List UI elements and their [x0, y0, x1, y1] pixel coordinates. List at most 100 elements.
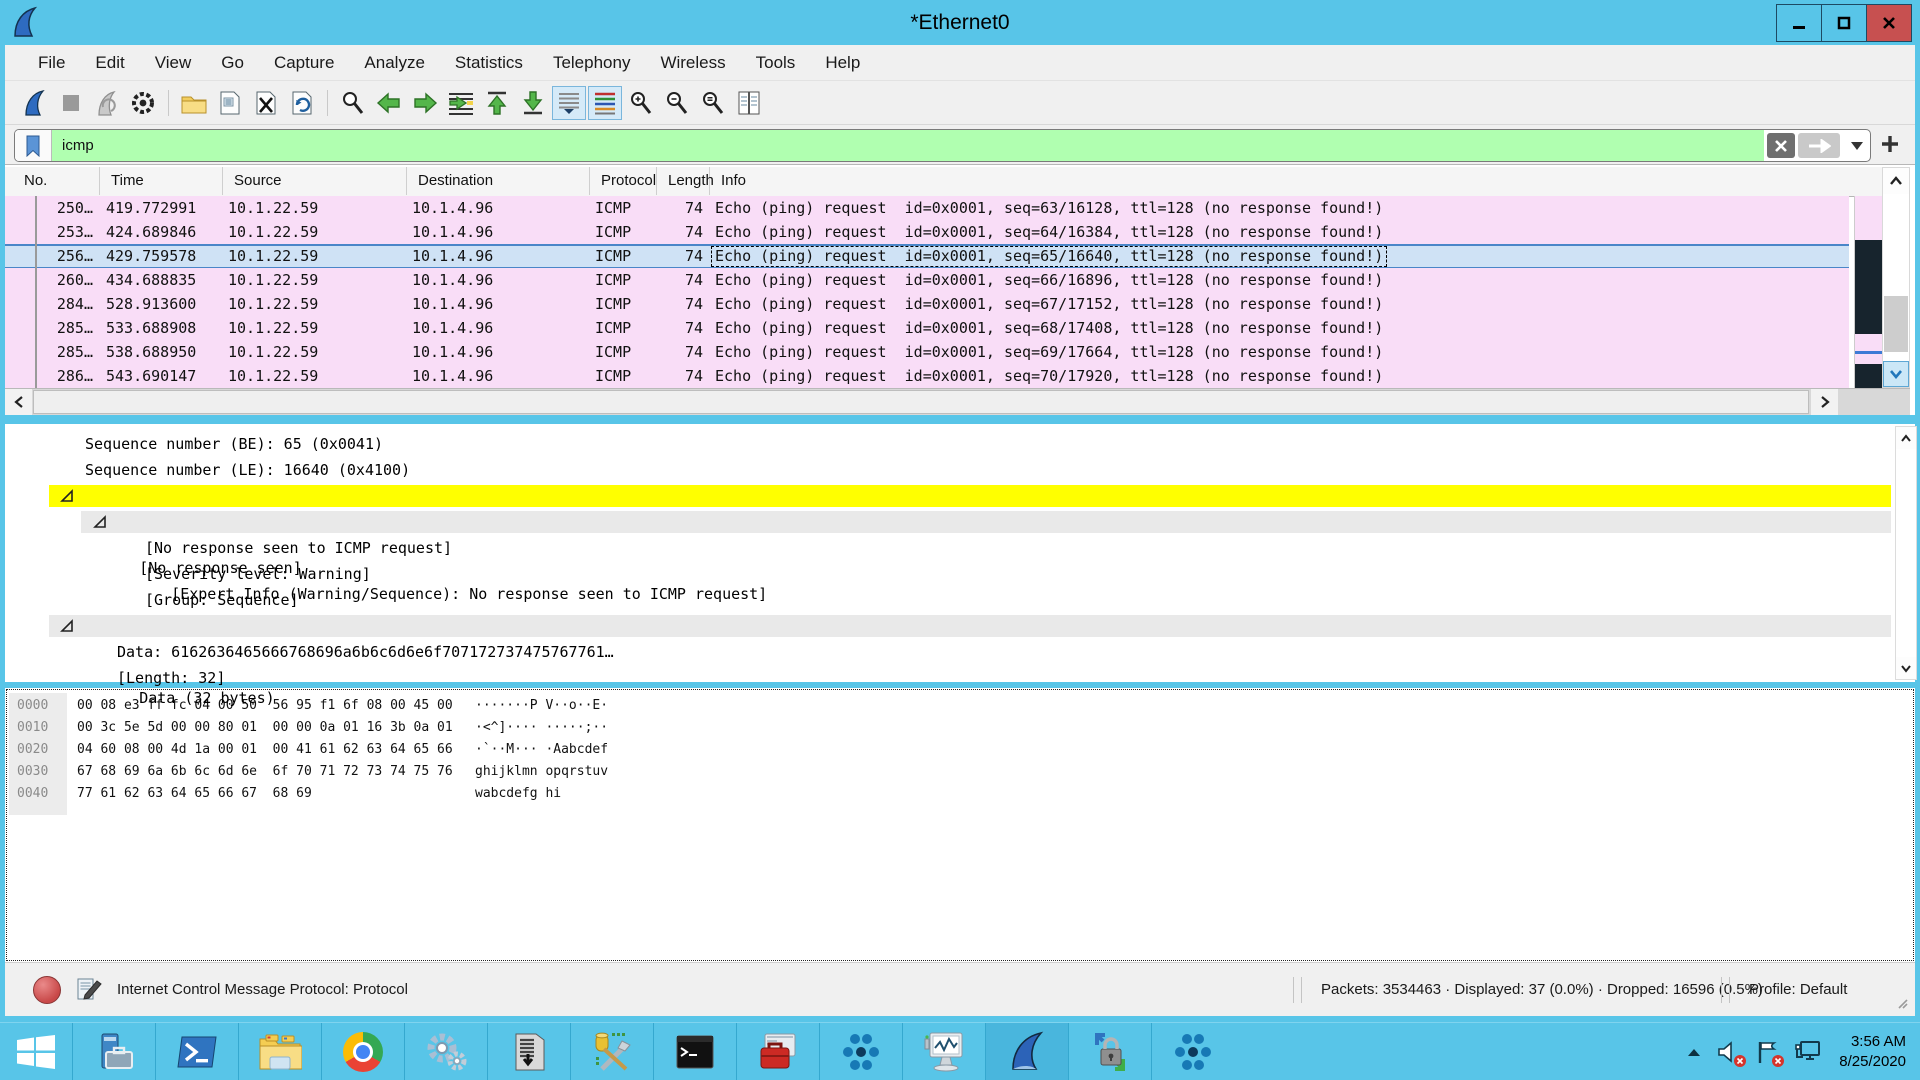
detail-line[interactable]: [Length: 32] — [5, 666, 1891, 690]
zoom-original-icon[interactable] — [696, 86, 730, 120]
scroll-right-icon[interactable] — [1811, 389, 1838, 415]
scroll-left-icon[interactable] — [5, 389, 32, 415]
network-icon[interactable] — [1794, 1040, 1822, 1064]
taskbar-app-dots-icon-2[interactable] — [1151, 1023, 1234, 1080]
hex-row[interactable]: 003067 68 69 6a 6b 6c 6d 6e 6f 70 71 72 … — [5, 761, 1915, 783]
find-packet-icon[interactable] — [336, 86, 370, 120]
table-row[interactable]: 253…424.68984610.1.22.5910.1.4.96ICMP74E… — [5, 220, 1849, 244]
scrollbar-thumb[interactable] — [33, 390, 1809, 414]
auto-scroll-icon[interactable] — [552, 86, 586, 120]
menu-go[interactable]: Go — [206, 53, 259, 73]
intelligent-scrollbar-minimap[interactable] — [1854, 196, 1882, 388]
column-no[interactable]: No. — [13, 167, 100, 195]
restart-capture-icon[interactable] — [90, 86, 124, 120]
column-info[interactable]: Info — [710, 167, 1854, 195]
zoom-out-icon[interactable] — [660, 86, 694, 120]
taskbar-toolbox-icon[interactable] — [736, 1023, 819, 1080]
table-row[interactable]: 260…434.68883510.1.22.5910.1.4.96ICMP74E… — [5, 268, 1849, 292]
menu-help[interactable]: Help — [810, 53, 875, 73]
reload-file-icon[interactable] — [285, 86, 319, 120]
taskbar-app-dots-icon[interactable] — [819, 1023, 902, 1080]
detail-line[interactable]: [Group: Sequence] — [5, 588, 1891, 612]
resize-columns-icon[interactable] — [732, 86, 766, 120]
scrollbar-thumb[interactable] — [1884, 296, 1908, 352]
hex-row[interactable]: 002004 60 08 00 4d 1a 00 01 00 41 61 62 … — [5, 739, 1915, 761]
taskbar-setup-document-icon[interactable] — [487, 1023, 570, 1080]
maximize-button[interactable] — [1821, 4, 1867, 42]
hex-row[interactable]: 000000 08 e3 ff fc 04 00 50 56 95 f1 6f … — [5, 695, 1915, 717]
menu-statistics[interactable]: Statistics — [440, 53, 538, 73]
filter-bookmark-icon[interactable] — [15, 130, 52, 161]
minimize-button[interactable] — [1776, 4, 1822, 42]
start-button[interactable] — [0, 1023, 72, 1080]
first-packet-icon[interactable] — [480, 86, 514, 120]
detail-line[interactable]: [No response seen to ICMP request] — [5, 536, 1891, 560]
detail-line-data[interactable]: Data (32 bytes) — [5, 614, 1891, 638]
taskbar-wireshark-icon[interactable] — [985, 1023, 1068, 1080]
menu-file[interactable]: File — [23, 53, 80, 73]
next-packet-icon[interactable] — [408, 86, 442, 120]
menu-analyze[interactable]: Analyze — [349, 53, 439, 73]
menu-capture[interactable]: Capture — [259, 53, 349, 73]
title-bar[interactable]: *Ethernet0 — [0, 0, 1920, 45]
taskbar-performance-monitor-icon[interactable] — [902, 1023, 985, 1080]
zoom-in-icon[interactable] — [624, 86, 658, 120]
start-capture-icon[interactable] — [18, 86, 52, 120]
taskbar-admin-tools-icon[interactable] — [570, 1023, 653, 1080]
table-row[interactable]: 250…419.77299110.1.22.5910.1.4.96ICMP74E… — [5, 196, 1849, 220]
go-to-packet-icon[interactable] — [444, 86, 478, 120]
detail-line[interactable]: Data: 6162636465666768696a6b6c6d6e6f7071… — [5, 640, 1891, 664]
scroll-up-icon[interactable] — [1883, 168, 1909, 194]
taskbar-chrome-icon[interactable] — [321, 1023, 404, 1080]
hex-row[interactable]: 004077 61 62 63 64 65 66 67 68 69wabcdef… — [5, 783, 1915, 805]
show-hidden-icons[interactable] — [1686, 1046, 1702, 1058]
packet-list-vertical-scrollbar[interactable] — [1882, 167, 1910, 388]
filter-dropdown-icon[interactable] — [1844, 130, 1870, 161]
filter-apply-icon[interactable] — [1798, 133, 1840, 158]
stop-capture-icon[interactable] — [54, 86, 88, 120]
scroll-down-icon[interactable] — [1883, 361, 1909, 387]
volume-muted-icon[interactable] — [1716, 1040, 1742, 1064]
detail-line[interactable]: [Severity level: Warning] — [5, 562, 1891, 586]
notifications-flag-icon[interactable] — [1756, 1040, 1780, 1064]
menu-tools[interactable]: Tools — [741, 53, 811, 73]
capture-comment-icon[interactable] — [75, 975, 103, 1003]
resize-grip[interactable] — [1895, 996, 1909, 1010]
close-file-icon[interactable] — [249, 86, 283, 120]
detail-line-no-response[interactable]: [No response seen] — [5, 484, 1891, 508]
open-file-icon[interactable] — [177, 86, 211, 120]
table-row-selected[interactable]: 256…429.75957810.1.22.5910.1.4.96ICMP74E… — [5, 244, 1849, 268]
table-row[interactable]: 284…528.91360010.1.22.5910.1.4.96ICMP74E… — [5, 292, 1849, 316]
hex-row[interactable]: 001000 3c 5e 5d 00 00 80 01 00 00 0a 01 … — [5, 717, 1915, 739]
filter-add-button[interactable] — [1879, 133, 1901, 155]
status-profile[interactable]: Profile: Default — [1749, 963, 1847, 1016]
taskbar-server-manager-icon[interactable] — [72, 1023, 155, 1080]
taskbar-clock[interactable]: 3:56 AM 8/25/2020 — [1839, 1032, 1906, 1072]
column-source[interactable]: Source — [223, 167, 407, 195]
expander-icon[interactable] — [60, 489, 74, 503]
last-packet-icon[interactable] — [516, 86, 550, 120]
column-protocol[interactable]: Protocol — [590, 167, 657, 195]
detail-line[interactable]: Sequence number (BE): 65 (0x0041) — [5, 432, 1891, 456]
expert-info-icon[interactable] — [33, 976, 61, 1004]
expander-icon[interactable] — [93, 515, 107, 529]
scroll-up-icon[interactable] — [1896, 427, 1916, 449]
menu-view[interactable]: View — [140, 53, 207, 73]
menu-edit[interactable]: Edit — [80, 53, 139, 73]
taskbar-file-explorer-icon[interactable] — [238, 1023, 321, 1080]
column-time[interactable]: Time — [100, 167, 223, 195]
colorize-packets-icon[interactable] — [588, 86, 622, 120]
column-length[interactable]: Length — [657, 167, 710, 195]
taskbar-settings-gears-icon[interactable] — [404, 1023, 487, 1080]
column-destination[interactable]: Destination — [407, 167, 590, 195]
table-row[interactable]: 286…543.69014710.1.22.5910.1.4.96ICMP74E… — [5, 364, 1849, 388]
detail-line[interactable]: Sequence number (LE): 16640 (0x4100) — [5, 458, 1891, 482]
detail-line-expert-info[interactable]: [Expert Info (Warning/Sequence): No resp… — [5, 510, 1891, 534]
packet-list-horizontal-scrollbar[interactable] — [5, 388, 1910, 415]
taskbar-command-prompt-icon[interactable] — [653, 1023, 736, 1080]
save-file-icon[interactable] — [213, 86, 247, 120]
table-row[interactable]: 285…533.68890810.1.22.5910.1.4.96ICMP74E… — [5, 316, 1849, 340]
taskbar-powershell-icon[interactable] — [155, 1023, 238, 1080]
scroll-down-icon[interactable] — [1896, 657, 1916, 679]
menu-telephony[interactable]: Telephony — [538, 53, 646, 73]
